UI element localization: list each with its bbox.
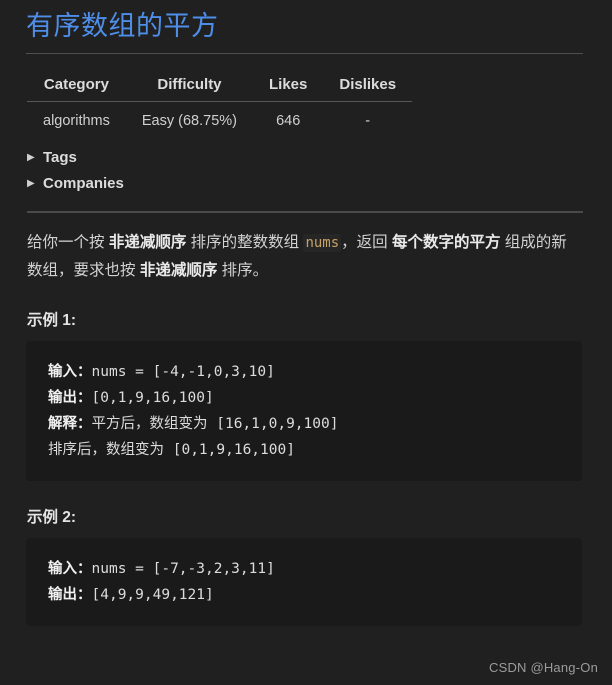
problem-description: 给你一个按 非递减顺序 排序的整数数组 nums ，返回 每个数字的平方 组成的新…: [0, 213, 612, 284]
page-title[interactable]: 有序数组的平方: [0, 0, 612, 46]
example-2-line-1-value: nums = [-7,-3,2,3,11]: [91, 561, 275, 577]
example-1-line-1-label: 输入：: [48, 364, 92, 380]
cell-category: algorithms: [43, 113, 110, 129]
collapsible-tags-label: Tags: [43, 149, 77, 166]
desc-text-3: ，返回: [341, 234, 392, 251]
collapsible-companies-label: Companies: [43, 175, 124, 192]
meta-table-container: Category Difficulty Likes Dislikes algor…: [0, 54, 612, 135]
example-2-line-1-label: 输入：: [48, 561, 92, 577]
example-1-line-4-value: 排序后，数组变为 [0,1,9,16,100]: [48, 442, 295, 458]
triangle-right-icon: ▶: [27, 152, 35, 163]
column-header-dislikes: Dislikes: [323, 72, 413, 102]
desc-text-1: 给你一个按: [27, 234, 109, 251]
column-header-category: Category: [27, 72, 126, 102]
example-1-line-2-label: 输出：: [48, 390, 92, 406]
desc-text-2: 排序的整数数组: [186, 234, 304, 251]
example-1-code-block: 输入：nums = [-4,-1,0,3,10] 输出：[0,1,9,16,10…: [26, 341, 582, 481]
collapsible-sections: ▶ Tags ▶ Companies: [0, 135, 612, 197]
example-2-line-2-label: 输出：: [48, 587, 92, 603]
cell-dislikes: -: [365, 113, 371, 129]
desc-text-5: 排序。: [217, 262, 269, 279]
example-1-line-2-value: [0,1,9,16,100]: [91, 390, 214, 406]
example-2-line-2-value: [4,9,9,49,121]: [91, 587, 214, 603]
example-2-heading: 示例 2:: [27, 509, 77, 526]
cell-difficulty: Easy (68.75%): [141, 113, 237, 129]
example-1-heading: 示例 1:: [27, 312, 77, 329]
collapsible-companies[interactable]: ▶ Companies: [27, 171, 612, 197]
desc-emphasis-2: 每个数字的平方: [391, 234, 501, 251]
example-1-line-1-value: nums = [-4,-1,0,3,10]: [91, 364, 275, 380]
example-2-code-block: 输入：nums = [-7,-3,2,3,11] 输出：[4,9,9,49,12…: [26, 538, 582, 626]
triangle-right-icon: ▶: [27, 178, 35, 189]
desc-emphasis-3: 非递减顺序: [139, 262, 218, 279]
example-1-line-3-value: 平方后，数组变为 [16,1,0,9,100]: [91, 416, 339, 432]
column-header-difficulty: Difficulty: [125, 72, 253, 102]
desc-inline-code-nums: nums: [303, 234, 342, 252]
collapsible-tags[interactable]: ▶ Tags: [27, 145, 612, 171]
watermark: CSDN @Hang-On: [489, 660, 598, 675]
desc-emphasis-1: 非递减顺序: [108, 234, 187, 251]
problem-meta-table: Category Difficulty Likes Dislikes algor…: [27, 72, 413, 136]
table-row: algorithms Easy (68.75%) 646 -: [27, 102, 412, 136]
example-1-line-3-label: 解释：: [48, 416, 92, 432]
column-header-likes: Likes: [253, 72, 324, 102]
cell-likes: 646: [276, 113, 301, 129]
table-header-row: Category Difficulty Likes Dislikes: [27, 72, 413, 102]
problem-page: 有序数组的平方 Category Difficulty Likes Dislik…: [0, 0, 612, 685]
